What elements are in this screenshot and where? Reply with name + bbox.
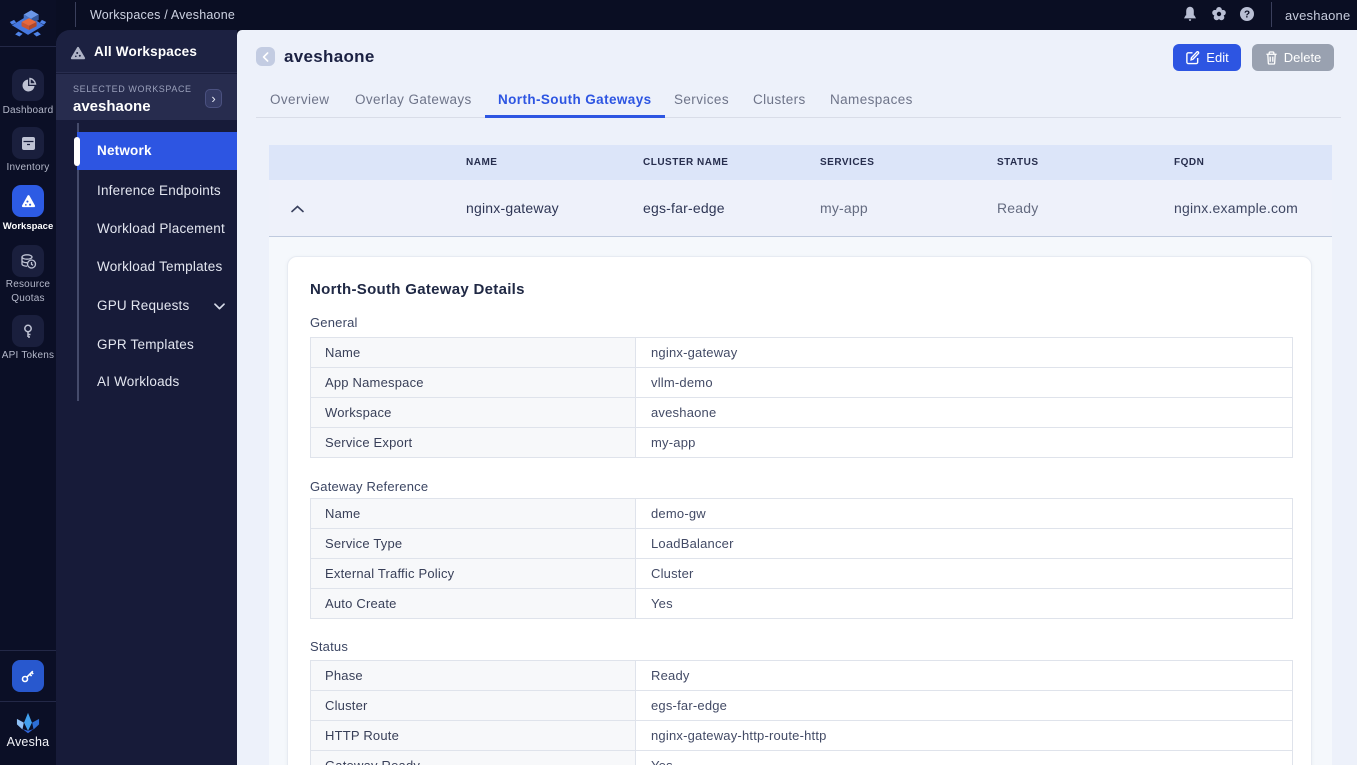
svg-text:?: ? (1244, 10, 1250, 21)
